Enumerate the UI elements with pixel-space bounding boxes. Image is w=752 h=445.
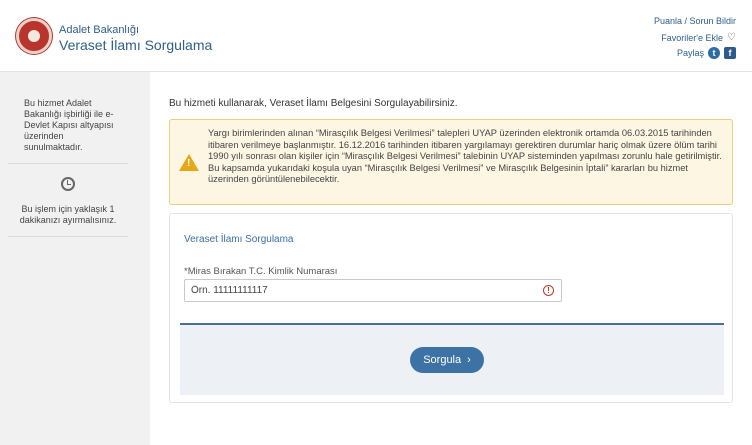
facebook-icon[interactable]: f <box>724 47 736 59</box>
exclamation-circle-icon: ! <box>543 285 554 296</box>
service-info-text: Bu hizmet Adalet Bakanlığı işbirliği ile… <box>24 98 114 152</box>
tc-number-input[interactable] <box>184 279 562 302</box>
form-title: Veraset İlamı Sorgulama <box>184 234 294 245</box>
query-form: Veraset İlamı Sorgulama *Miras Bırakan T… <box>169 213 733 403</box>
query-submit-label: Sorgula <box>423 354 462 366</box>
form-actions: Sorgula › <box>180 323 724 395</box>
sidebar: Bu hizmet Adalet Bakanlığı işbirliği ile… <box>8 85 128 445</box>
warning-text: Yargı birimlerinden alınan “Mirasçılık B… <box>208 128 722 185</box>
add-favorite-link[interactable]: Favoriler'e Ekle ♡ <box>661 32 736 43</box>
duration-text: Bu işlem için yaklaşık 1 dakikanızı ayır… <box>19 204 117 225</box>
sidebar-divider <box>8 163 128 164</box>
warning-icon: ! <box>179 154 199 171</box>
add-favorite-label[interactable]: Favoriler'e Ekle <box>661 33 723 43</box>
twitter-icon[interactable]: t <box>708 47 720 59</box>
page-header: Adalet Bakanlığı Veraset İlamı Sorgulama… <box>0 0 752 72</box>
sidebar-divider <box>8 236 128 237</box>
heart-icon[interactable]: ♡ <box>727 32 736 43</box>
org-name[interactable]: Adalet Bakanlığı <box>59 24 139 36</box>
ministry-logo[interactable] <box>16 18 52 54</box>
chevron-right-icon: › <box>467 354 471 366</box>
query-submit-button[interactable]: Sorgula › <box>410 347 484 373</box>
clock-icon <box>61 177 75 191</box>
warning-box: ! Yargı birimlerinden alınan “Mirasçılık… <box>169 119 733 205</box>
tc-field-label: *Miras Bırakan T.C. Kimlik Numarası <box>184 266 338 277</box>
rate-report-link[interactable]: Puanla / Sorun Bildir <box>654 16 736 26</box>
rate-report-label[interactable]: Puanla / Sorun Bildir <box>654 16 736 26</box>
main-content: Bu hizmeti kullanarak, Veraset İlamı Bel… <box>150 72 752 445</box>
intro-text: Bu hizmeti kullanarak, Veraset İlamı Bel… <box>169 98 458 109</box>
service-title: Veraset İlamı Sorgulama <box>59 37 213 53</box>
share-row: Paylaş t f <box>677 47 736 59</box>
share-label: Paylaş <box>676 48 704 58</box>
